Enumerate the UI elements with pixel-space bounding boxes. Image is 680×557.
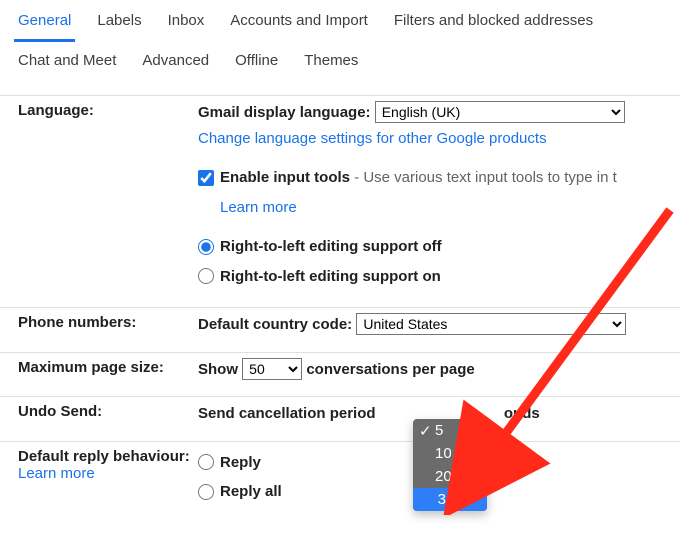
section-reply: Default reply behaviour: Learn more Repl…: [0, 441, 680, 523]
enable-input-tools-desc: - Use various text input tools to type i…: [350, 169, 617, 186]
section-language: Language: Gmail display language: Englis…: [0, 95, 680, 307]
dropdown-option-20[interactable]: 20: [413, 465, 487, 488]
rtl-on-radio[interactable]: [198, 268, 214, 284]
dropdown-option-30[interactable]: 30: [413, 488, 487, 511]
display-language-select[interactable]: English (UK): [375, 101, 625, 123]
reply-option: Reply: [220, 450, 261, 476]
rtl-off-radio[interactable]: [198, 239, 214, 255]
reply-label: Default reply behaviour:: [18, 448, 190, 465]
settings-content: Language: Gmail display language: Englis…: [0, 85, 680, 523]
dropdown-option-10[interactable]: 10: [413, 442, 487, 465]
tab-accounts[interactable]: Accounts and Import: [226, 6, 372, 42]
undo-prefix: Send cancellation period: [198, 405, 376, 422]
enable-input-tools-checkbox[interactable]: [198, 170, 214, 186]
check-icon: ✓: [419, 422, 432, 440]
tab-offline[interactable]: Offline: [231, 46, 282, 79]
tab-filters[interactable]: Filters and blocked addresses: [390, 6, 597, 42]
undo-suffix: onds: [504, 405, 540, 422]
reply-learn-more[interactable]: Learn more: [18, 465, 95, 482]
rtl-on-label: Right-to-left editing support on: [220, 264, 441, 290]
tab-chat[interactable]: Chat and Meet: [14, 46, 120, 79]
tab-general[interactable]: General: [14, 6, 75, 42]
settings-tabs-row1: General Labels Inbox Accounts and Import…: [0, 0, 680, 42]
country-code-select[interactable]: United States: [356, 313, 626, 335]
reply-all-option: Reply all: [220, 479, 282, 505]
tab-advanced[interactable]: Advanced: [138, 46, 213, 79]
reply-radio[interactable]: [198, 454, 214, 470]
input-tools-learn-more[interactable]: Learn more: [220, 199, 297, 216]
language-label: Language:: [18, 100, 198, 119]
tab-inbox[interactable]: Inbox: [164, 6, 209, 42]
undo-label: Undo Send:: [18, 401, 198, 420]
undo-send-dropdown[interactable]: ✓ 5 10 20 30: [413, 419, 487, 511]
change-language-link[interactable]: Change language settings for other Googl…: [198, 130, 547, 147]
section-phone: Phone numbers: Default country code: Uni…: [0, 307, 680, 352]
dropdown-option-5[interactable]: ✓ 5: [413, 419, 487, 442]
pagesize-label: Maximum page size:: [18, 357, 198, 376]
display-language-label: Gmail display language:: [198, 104, 371, 121]
rtl-off-label: Right-to-left editing support off: [220, 234, 442, 260]
pagesize-select[interactable]: 50: [242, 358, 302, 380]
tab-themes[interactable]: Themes: [300, 46, 362, 79]
enable-input-tools-label: Enable input tools: [220, 169, 350, 186]
section-undo: Undo Send: Send cancellation period onds: [0, 396, 680, 441]
pagesize-show: Show: [198, 361, 238, 378]
tab-labels[interactable]: Labels: [93, 6, 145, 42]
section-pagesize: Maximum page size: Show 50 conversations…: [0, 352, 680, 397]
settings-tabs-row2: Chat and Meet Advanced Offline Themes: [0, 42, 680, 85]
reply-all-radio[interactable]: [198, 484, 214, 500]
country-code-label: Default country code:: [198, 316, 352, 333]
pagesize-suffix: conversations per page: [306, 361, 474, 378]
phone-label: Phone numbers:: [18, 312, 198, 331]
